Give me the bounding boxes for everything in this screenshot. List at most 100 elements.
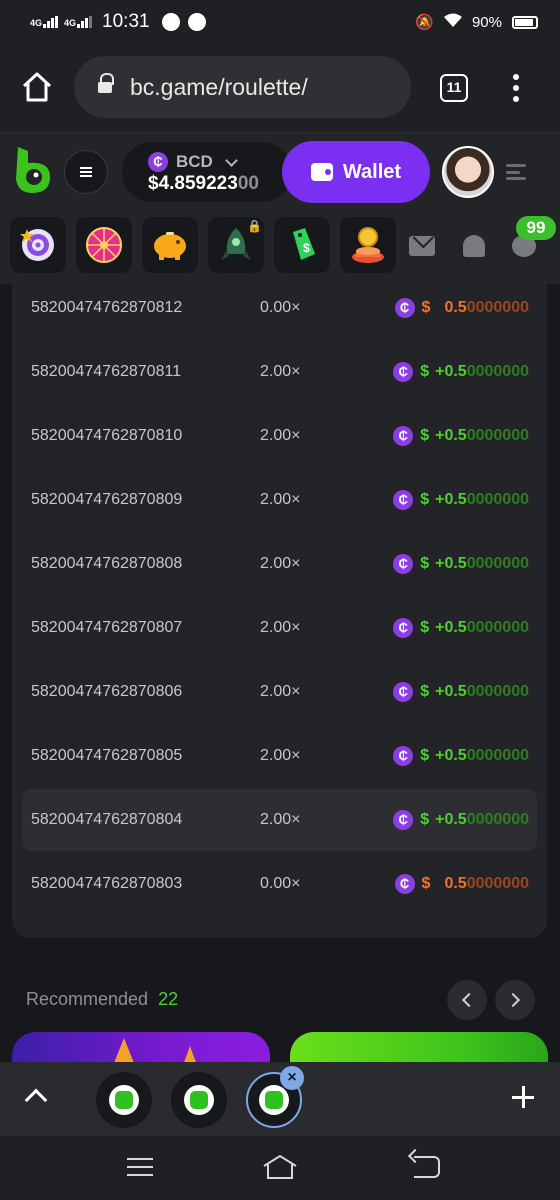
payout-amount: 0.5 <box>444 875 467 892</box>
bc-logo[interactable] <box>14 145 52 195</box>
payout-amount: +0.5 <box>435 619 467 636</box>
discord-icon <box>161 13 180 31</box>
list-menu-icon[interactable] <box>506 164 526 180</box>
prev-page-button[interactable] <box>447 980 487 1020</box>
status-bar: 4G 4G 10:31 🔕 90% <box>0 0 560 44</box>
payout-decimals: 0000000 <box>466 811 529 828</box>
tab-switcher-button[interactable]: 11 <box>440 74 468 102</box>
table-row[interactable]: 58200474762870811 2.00× ₵ $ +0.5 0000000 <box>22 341 537 403</box>
spin-target-icon[interactable] <box>10 217 66 273</box>
payout-amount: +0.5 <box>435 683 467 700</box>
browser-toolbar: bc.game/roulette/ 11 <box>0 44 560 132</box>
bet-id: 58200474762870808 <box>31 555 183 572</box>
table-row[interactable]: 58200474762870805 2.00× ₵ $ +0.5 0000000 <box>22 725 537 787</box>
mute-icon: 🔕 <box>415 14 434 31</box>
payout-currency: $ <box>420 811 430 828</box>
bet-id: 58200474762870812 <box>31 299 183 316</box>
balance-selector[interactable]: ₵ BCD $4.85922300 <box>122 142 292 202</box>
payout-currency: $ <box>420 555 430 572</box>
bcd-coin-icon: ₵ <box>393 618 414 638</box>
bet-payout: ₵ $0.5 0000000 <box>394 298 529 318</box>
main-content: 58200474762870812 0.00× ₵ $0.5 0000000 582004… <box>0 284 560 1062</box>
mail-icon[interactable] <box>408 232 436 260</box>
home-nav-icon[interactable] <box>262 1154 298 1180</box>
rocket-icon[interactable]: 🔒 <box>208 217 264 273</box>
close-icon[interactable]: × <box>280 1066 304 1090</box>
bet-multiplier: 0.00× <box>260 299 301 316</box>
avatar[interactable] <box>442 146 494 198</box>
table-row[interactable]: 58200474762870809 2.00× ₵ $ +0.5 0000000 <box>22 469 537 531</box>
bell-icon[interactable] <box>460 232 488 260</box>
tab-thumbnail[interactable] <box>171 1072 227 1128</box>
recommended-game-card[interactable] <box>290 1032 548 1062</box>
currency-label: BCD <box>176 152 213 171</box>
payout-currency: $ <box>420 683 430 700</box>
payout-currency: $ <box>420 427 430 444</box>
payout-currency: $ <box>420 363 430 380</box>
payout-decimals: 0000000 <box>466 491 529 508</box>
bet-id: 58200474762870809 <box>31 491 183 508</box>
payout-amount: +0.5 <box>435 363 467 380</box>
coin-pedestal-icon[interactable] <box>340 217 396 273</box>
chevron-up-icon[interactable] <box>24 1088 48 1112</box>
bcd-coin-icon: ₵ <box>393 810 414 830</box>
bet-id: 58200474762870810 <box>31 427 183 444</box>
bet-multiplier: 2.00× <box>260 747 301 764</box>
menu-button[interactable] <box>64 150 108 194</box>
table-row[interactable]: 58200474762870803 0.00× ₵ $0.5 0000000 <box>22 853 537 915</box>
wallet-button[interactable]: Wallet <box>282 141 430 203</box>
browser-menu-icon[interactable] <box>512 74 520 102</box>
telegram-icon <box>187 13 206 31</box>
payout-amount: +0.5 <box>435 491 467 508</box>
home-icon[interactable] <box>20 70 54 104</box>
bet-id: 58200474762870805 <box>31 747 183 764</box>
piggy-bank-icon[interactable] <box>142 217 198 273</box>
payout-currency: $ <box>420 491 430 508</box>
bet-id: 58200474762870804 <box>31 811 183 828</box>
bet-id: 58200474762870806 <box>31 683 183 700</box>
lock-icon <box>98 73 114 95</box>
recommended-game-card[interactable] <box>12 1032 270 1062</box>
recommended-heading: Recommended 22 <box>26 989 179 1009</box>
clock: 10:31 <box>102 11 150 32</box>
url-bar[interactable]: bc.game/roulette/ <box>74 56 411 118</box>
table-row[interactable]: 58200474762870806 2.00× ₵ $ +0.5 0000000 <box>22 661 537 723</box>
bcd-coin-icon: ₵ <box>393 682 414 702</box>
table-row[interactable]: 58200474762870810 2.00× ₵ $ +0.5 0000000 <box>22 405 537 467</box>
bcd-coin-icon: ₵ <box>393 554 414 574</box>
new-tab-icon[interactable] <box>510 1084 536 1110</box>
back-icon[interactable] <box>414 1156 440 1178</box>
table-row[interactable]: 58200474762870807 2.00× ₵ $ +0.5 0000000 <box>22 597 537 659</box>
bets-table: 58200474762870812 0.00× ₵ $0.5 0000000 582004… <box>12 284 547 938</box>
payout-amount: 0.5 <box>444 299 467 316</box>
wifi-icon <box>443 13 462 31</box>
table-row[interactable]: 58200474762870804 2.00× ₵ $ +0.5 0000000 <box>22 789 537 851</box>
table-row[interactable]: 58200474762870812 0.00× ₵ $0.5 0000000 <box>22 284 537 339</box>
next-page-button[interactable] <box>495 980 535 1020</box>
tab-thumbnail[interactable] <box>96 1072 152 1128</box>
payout-decimals: 0000000 <box>466 363 529 380</box>
recents-icon[interactable] <box>127 1158 153 1176</box>
payout-currency: $ <box>420 747 430 764</box>
bet-multiplier: 2.00× <box>260 427 301 444</box>
lucky-wheel-icon[interactable] <box>76 217 132 273</box>
bet-payout: ₵ $ +0.5 0000000 <box>393 426 529 446</box>
cash-tag-icon[interactable]: $ <box>274 217 330 273</box>
wallet-icon <box>310 163 333 181</box>
bet-payout: ₵ $ +0.5 0000000 <box>393 746 529 766</box>
bcd-coin-icon: ₵ <box>393 746 414 766</box>
chevron-left-icon <box>461 992 477 1008</box>
hamburger-icon <box>80 167 92 177</box>
payout-amount: +0.5 <box>435 555 467 572</box>
svg-text:$: $ <box>303 241 310 255</box>
payout-amount: +0.5 <box>435 427 467 444</box>
games-strip: 🔒 $ <box>0 210 560 284</box>
payout-currency: $ <box>421 875 431 892</box>
bet-payout: ₵ $ +0.5 0000000 <box>393 490 529 510</box>
bcd-coin-icon: ₵ <box>394 874 415 894</box>
payout-decimals: 0000000 <box>466 427 529 444</box>
payout-decimals: 0000000 <box>466 875 529 892</box>
table-row[interactable]: 58200474762870808 2.00× ₵ $ +0.5 0000000 <box>22 533 537 595</box>
bet-id: 58200474762870803 <box>31 875 183 892</box>
bet-payout: ₵ $ +0.5 0000000 <box>393 618 529 638</box>
